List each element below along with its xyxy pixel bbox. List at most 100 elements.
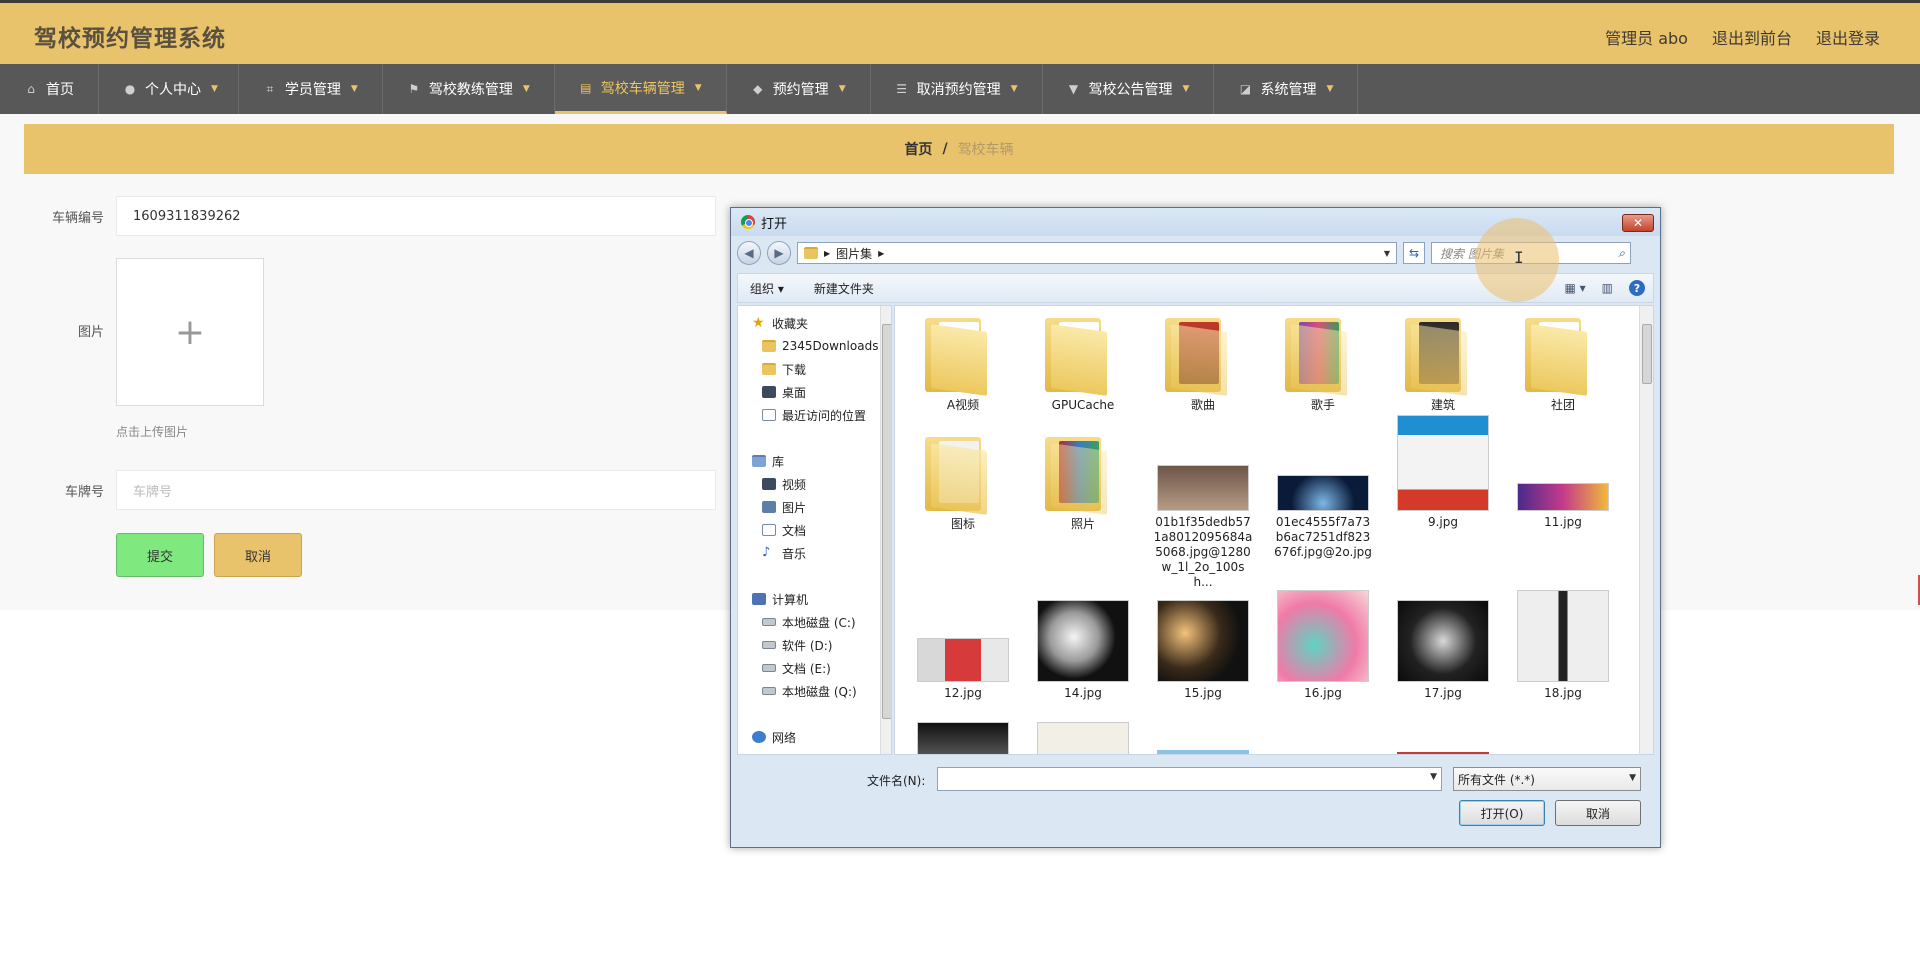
dialog-cancel-button[interactable]: 取消 [1555,800,1641,826]
file-item[interactable]: 11.jpg [1513,431,1613,530]
drive-icon [762,641,776,649]
dialog-close-button[interactable]: ✕ [1622,214,1654,232]
tree-item-network[interactable]: 网络 [752,726,796,748]
forward-button[interactable]: ▶ [767,241,791,265]
vehicle-no-label: 车辆编号 [51,210,104,226]
file-item[interactable]: 图标 [913,431,1013,532]
nav-home[interactable]: ⌂ 首页 [0,64,99,114]
tree-item-libraries[interactable]: 库 [752,450,784,472]
recent-icon [762,409,776,421]
breadcrumb-separator: / [942,141,948,157]
tree-item-computer[interactable]: 计算机 [752,588,808,610]
tree-item-pictures[interactable]: 图片 [762,496,806,518]
nav-label: 首页 [46,82,74,98]
address-dropdown-icon[interactable]: ▼ [1380,245,1394,261]
tree-item-2345downloads[interactable]: 2345Downloads [762,335,878,357]
address-bar[interactable]: ▶ 图片集 ▶ ▼ [797,242,1397,264]
file-item[interactable]: 歌手 [1273,312,1373,413]
file-item[interactable]: 17.jpg [1393,600,1493,701]
tree-item-music[interactable]: ♪ 音乐 [762,542,806,564]
tree-item-drive-d[interactable]: 软件 (D:) [762,634,832,656]
plate-input[interactable]: 车牌号 [116,470,716,510]
chevron-down-icon: ▼ [1326,84,1334,94]
preview-pane-icon[interactable]: ▥ [1602,281,1613,295]
nav-label: 系统管理 [1260,82,1317,98]
open-button[interactable]: 打开(O) [1459,800,1545,826]
tree-scrollbar-thumb[interactable] [882,324,891,719]
file-name: 17.jpg [1424,686,1462,700]
exit-to-frontend-link[interactable]: 退出到前台 [1712,25,1792,49]
view-controls: ▦ ▾ ▥ ? [1564,280,1645,296]
cancel-button[interactable]: 取消 [214,533,302,577]
image-thumbnail[interactable] [1397,752,1489,754]
nav-coach-management[interactable]: ⚑ 驾校教练管理 ▼ [383,64,555,114]
tree-item-videos[interactable]: 视频 [762,473,806,495]
file-item[interactable]: GPUCache [1033,312,1133,413]
nav-label: 驾校教练管理 [428,82,513,98]
help-icon[interactable]: ? [1629,280,1645,296]
network-icon [752,731,766,743]
nav-personal-center[interactable]: ● 个人中心 ▼ [99,64,239,114]
organize-label: 组织 [750,281,775,296]
tree-item-desktop[interactable]: 桌面 [762,381,806,403]
header-links: 管理员 abo 退出到前台 退出登录 [1605,25,1880,49]
nav-announcement-management[interactable]: ▼ 驾校公告管理 ▼ [1043,64,1215,114]
file-item[interactable]: 9.jpg [1393,415,1493,530]
view-mode-icon[interactable]: ▦ ▾ [1564,281,1585,295]
filename-input[interactable]: ▼ [937,767,1442,791]
file-item[interactable]: 16.jpg [1273,590,1373,701]
tree-item-drive-e[interactable]: 文档 (E:) [762,657,831,679]
tree-label: 视频 [782,477,807,492]
new-folder-button[interactable]: 新建文件夹 [814,280,874,297]
tree-item-downloads[interactable]: 下载 [762,358,806,380]
file-list-scrollbar[interactable] [1639,306,1653,754]
file-list-scrollbar-thumb[interactable] [1642,324,1652,384]
nav-vehicle-management[interactable]: ▤ 驾校车辆管理 ▼ [554,64,727,114]
file-item[interactable]: 歌曲 [1153,312,1253,413]
image-upload-button[interactable]: + [116,258,264,406]
filetype-select[interactable]: 所有文件 (*.*) ▼ [1453,767,1641,791]
nav-student-management[interactable]: ⌗ 学员管理 ▼ [239,64,383,114]
file-item[interactable]: 14.jpg [1033,600,1133,701]
folder-icon [917,431,1009,515]
back-button[interactable]: ◀ [737,241,761,265]
file-name: 图标 [950,517,975,531]
file-item[interactable]: 01b1f35dedb571a8012095684a5068.jpg@1280w… [1153,431,1253,590]
folder-icon [1517,312,1609,396]
breadcrumb-home[interactable]: 首页 [904,139,932,159]
vehicle-no-input[interactable]: 1609311839262 [116,196,716,236]
tree-item-favorites[interactable]: ★ 收藏夹 [752,312,808,334]
nav-system-management[interactable]: ◪ 系统管理 ▼ [1214,64,1359,114]
file-item[interactable]: 18.jpg [1513,590,1613,701]
file-item[interactable]: 12.jpg [913,602,1013,701]
library-icon [752,455,766,467]
tree-item-recent-places[interactable]: 最近访问的位置 [762,404,866,426]
file-item[interactable]: 建筑 [1393,312,1493,413]
submit-button[interactable]: 提交 [116,533,204,577]
search-icon[interactable]: ⌕ [1618,246,1625,261]
image-thumbnail[interactable] [1037,722,1129,754]
tree-scrollbar[interactable] [880,306,891,754]
refresh-button[interactable]: ⇆ [1403,242,1425,264]
file-name: 01b1f35dedb571a8012095684a5068.jpg@1280w… [1153,515,1253,589]
nav-booking-management[interactable]: ◆ 预约管理 ▼ [727,64,871,114]
image-thumbnail [1277,431,1369,511]
nav-cancel-booking-management[interactable]: ☰ 取消预约管理 ▼ [871,64,1043,114]
file-item[interactable]: 15.jpg [1153,600,1253,701]
app-title: 驾校预约管理系统 [34,26,226,52]
file-item[interactable]: 社团 [1513,312,1613,413]
video-icon [762,478,776,490]
tree-item-drive-q[interactable]: 本地磁盘 (Q:) [762,680,857,702]
file-item[interactable]: 照片 [1033,431,1133,532]
app-header: 驾校预约管理系统 管理员 abo 退出到前台 退出登录 [0,0,1920,64]
tree-item-drive-c[interactable]: 本地磁盘 (C:) [762,611,856,633]
image-thumbnail[interactable] [1157,750,1249,754]
file-item[interactable]: 01ec4555f7a73b6ac7251df823676f.jpg@2o.jp… [1273,431,1373,560]
image-thumbnail[interactable] [917,722,1009,754]
file-item[interactable]: A视频 [913,312,1013,413]
logout-link[interactable]: 退出登录 [1816,25,1880,49]
organize-menu[interactable]: 组织 ▾ [750,280,784,297]
image-thumbnail [1157,600,1249,682]
tree-item-documents[interactable]: 文档 [762,519,806,541]
chevron-down-icon[interactable]: ▼ [1430,772,1437,782]
